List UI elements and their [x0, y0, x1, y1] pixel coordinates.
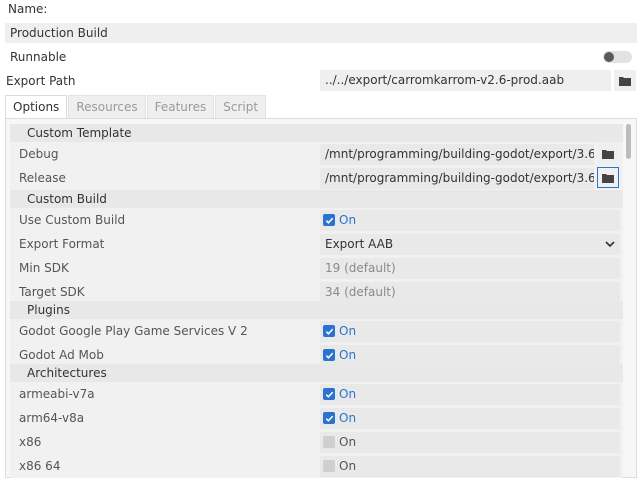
release-label: Release	[19, 171, 66, 185]
tab-options[interactable]: Options	[5, 95, 68, 119]
export-path-label: Export Path	[6, 74, 76, 88]
section-plugins: Plugins	[10, 301, 623, 319]
tab-script[interactable]: Script	[215, 95, 267, 119]
armeabi-checkbox[interactable]: On	[323, 387, 356, 401]
vertical-scrollbar[interactable]	[626, 124, 631, 159]
checkmark-icon	[325, 352, 333, 359]
x86-64-label: x86 64	[19, 459, 61, 473]
row-debug: Debug /mnt/programming/building-godot/ex…	[10, 142, 623, 166]
debug-input[interactable]: /mnt/programming/building-godot/export/3…	[320, 143, 594, 165]
checkbox-state: On	[339, 324, 357, 338]
runnable-toggle[interactable]	[603, 51, 632, 63]
tab-features[interactable]: Features	[146, 95, 215, 119]
checkbox-checked	[323, 349, 335, 361]
row-x86: x86 On	[10, 430, 623, 454]
checkbox-state: On	[339, 213, 357, 227]
x86-64-checkbox[interactable]: On	[323, 459, 356, 473]
folder-icon	[602, 173, 614, 183]
checkmark-icon	[325, 328, 333, 335]
checkmark-icon	[325, 415, 333, 422]
options-list: Custom Template Debug /mnt/programming/b…	[10, 124, 623, 478]
checkbox-state: On	[339, 348, 357, 362]
row-min-sdk: Min SDK 19 (default)	[10, 256, 623, 280]
export-path-input[interactable]: ../../export/carromkarrom-v2.6-prod.aab	[320, 70, 611, 91]
debug-browse-button[interactable]	[597, 143, 619, 164]
row-arm64: arm64-v8a On	[10, 406, 623, 430]
name-label: Name:	[8, 2, 48, 16]
row-release: Release /mnt/programming/building-godot/…	[10, 166, 623, 190]
section-custom-template: Custom Template	[10, 124, 623, 142]
checkmark-icon	[325, 391, 333, 398]
ad-mob-checkbox[interactable]: On	[323, 348, 356, 362]
export-path-browse-button[interactable]	[614, 70, 636, 91]
checkbox-state: On	[339, 435, 357, 449]
ad-mob-label: Godot Ad Mob	[19, 348, 104, 362]
chevron-down-icon	[605, 241, 615, 248]
debug-label: Debug	[19, 147, 59, 161]
row-export-format: Export Format Export AAB	[10, 232, 623, 256]
play-games-field	[320, 320, 620, 342]
use-custom-build-label: Use Custom Build	[19, 213, 126, 227]
checkbox-checked	[323, 412, 335, 424]
checkbox-checked	[323, 214, 335, 226]
x86-64-field	[320, 455, 620, 477]
row-play-games: Godot Google Play Game Services V 2 On	[10, 319, 623, 343]
toggle-knob	[604, 52, 614, 62]
checkbox-unchecked	[323, 436, 335, 448]
x86-field	[320, 431, 620, 453]
name-input[interactable]: Production Build	[5, 23, 637, 43]
use-custom-build-checkbox[interactable]: On	[323, 213, 356, 227]
target-sdk-input[interactable]: 34 (default)	[320, 281, 620, 303]
section-custom-build: Custom Build	[10, 190, 623, 208]
ad-mob-field	[320, 344, 620, 366]
release-browse-button[interactable]	[597, 167, 619, 188]
tab-bar: Options Resources Features Script	[5, 95, 267, 119]
runnable-label: Runnable	[10, 50, 67, 64]
row-x86-64: x86 64 On	[10, 454, 623, 478]
export-format-select[interactable]: Export AAB	[320, 233, 620, 255]
target-sdk-label: Target SDK	[19, 285, 85, 299]
checkbox-state: On	[339, 387, 357, 401]
arm64-field	[320, 407, 620, 429]
checkbox-state: On	[339, 459, 357, 473]
folder-icon	[619, 76, 631, 86]
arm64-label: arm64-v8a	[19, 411, 85, 425]
checkbox-unchecked	[323, 460, 335, 472]
play-games-checkbox[interactable]: On	[323, 324, 356, 338]
release-input[interactable]: /mnt/programming/building-godot/export/3…	[320, 167, 594, 189]
export-format-label: Export Format	[19, 237, 105, 251]
tab-resources[interactable]: Resources	[68, 95, 146, 119]
checkbox-state: On	[339, 411, 357, 425]
x86-checkbox[interactable]: On	[323, 435, 356, 449]
armeabi-label: armeabi-v7a	[19, 387, 95, 401]
min-sdk-input[interactable]: 19 (default)	[320, 257, 620, 279]
checkmark-icon	[325, 217, 333, 224]
folder-icon	[602, 149, 614, 159]
use-custom-build-field	[320, 209, 620, 231]
x86-label: x86	[19, 435, 42, 449]
section-architectures: Architectures	[10, 364, 623, 382]
play-games-label: Godot Google Play Game Services V 2	[19, 324, 248, 338]
row-armeabi: armeabi-v7a On	[10, 382, 623, 406]
checkbox-checked	[323, 388, 335, 400]
arm64-checkbox[interactable]: On	[323, 411, 356, 425]
armeabi-field	[320, 383, 620, 405]
checkbox-checked	[323, 325, 335, 337]
row-use-custom-build: Use Custom Build On	[10, 208, 623, 232]
min-sdk-label: Min SDK	[19, 261, 69, 275]
